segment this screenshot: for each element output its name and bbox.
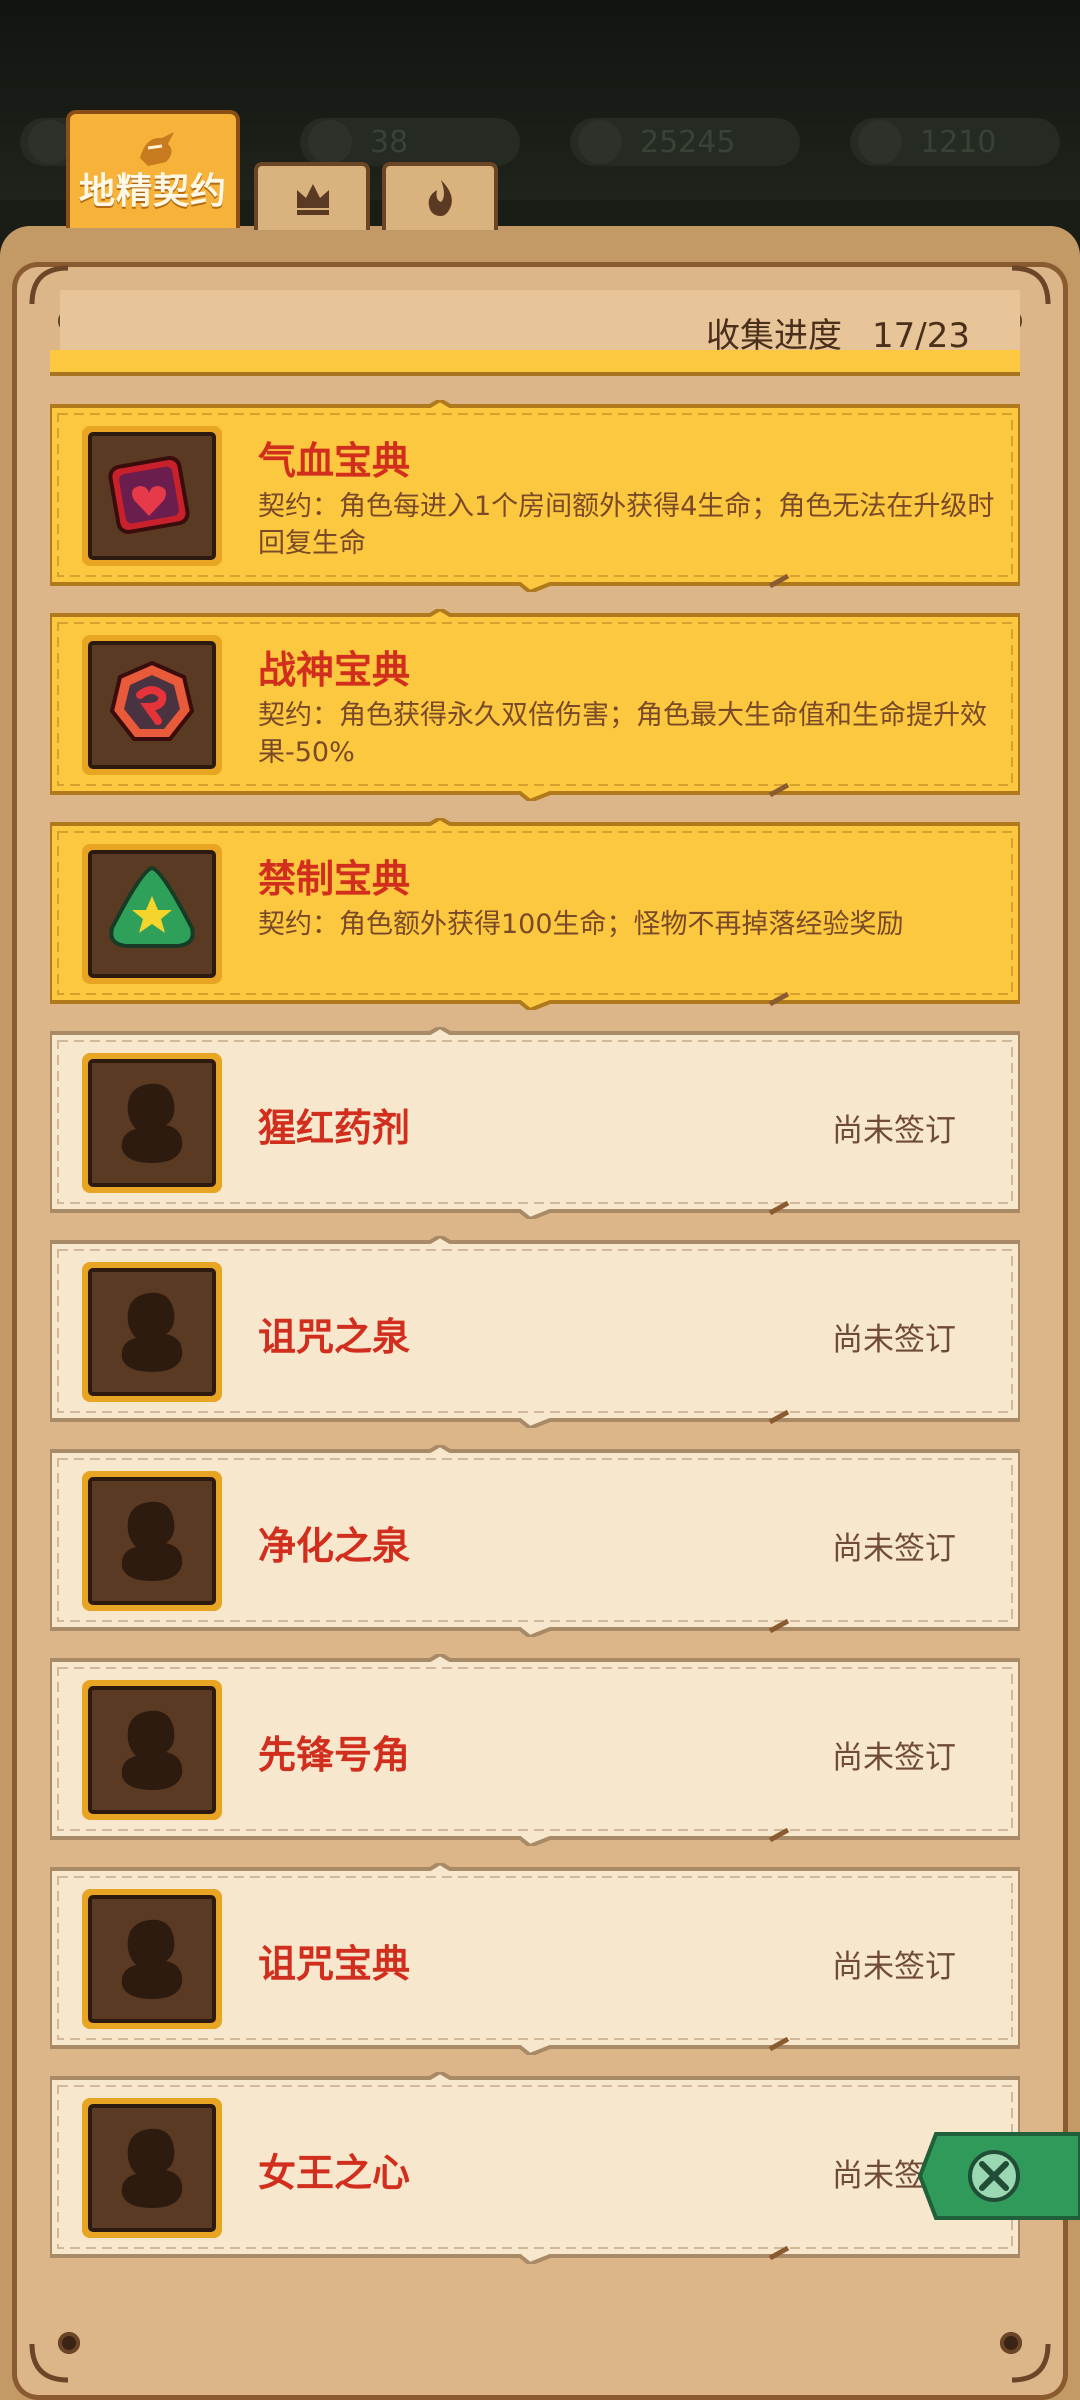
nail: [58, 2332, 80, 2354]
contract-name: 猩红药剂: [258, 1106, 411, 1150]
contract-icon-frame: [82, 1680, 222, 1820]
contract-icon-frame: [82, 1053, 222, 1193]
flame-icon: [428, 180, 452, 216]
contract-card[interactable]: 诅咒之泉 尚未签订: [50, 1236, 1020, 1428]
resource-3-value: 25245: [640, 124, 736, 160]
tab-flame[interactable]: [382, 162, 498, 230]
resource-2: 38: [300, 118, 520, 166]
star-book-icon: [88, 850, 216, 978]
locked-silhouette-icon: [88, 1268, 216, 1396]
locked-silhouette-icon: [88, 1686, 216, 1814]
contract-card[interactable]: 诅咒宝典 尚未签订: [50, 1863, 1020, 2055]
resource-4: 1210: [850, 118, 1060, 166]
contract-icon-frame: [82, 1262, 222, 1402]
contract-status: 尚未签订: [832, 1949, 956, 1985]
contract-card[interactable]: 女王之心 尚未签订: [50, 2072, 1020, 2264]
contract-card[interactable]: 猩红药剂 尚未签订: [50, 1027, 1020, 1219]
gem-icon: [308, 120, 352, 164]
contract-name: 诅咒之泉: [258, 1315, 411, 1359]
contract-description: 契约：角色每进入1个房间额外获得4生命；角色无法在升级时回复生命: [258, 491, 995, 559]
contract-description: 契约：角色获得永久双倍伤害；角色最大生命值和生命提升效果-50%: [258, 700, 987, 768]
contract-status: 尚未签订: [832, 1322, 956, 1358]
tab-goblin-contract-label: 地精契约: [78, 171, 227, 212]
war-book-icon: [88, 641, 216, 769]
contract-card[interactable]: 先锋号角 尚未签订: [50, 1654, 1020, 1846]
contract-name: 禁制宝典: [258, 857, 411, 901]
contract-description: 契约：角色额外获得100生命；怪物不再掉落经验奖励: [258, 909, 904, 940]
contract-icon-frame: [82, 1889, 222, 2029]
heart-book-icon: [88, 432, 216, 560]
contract-status: 尚未签订: [832, 1113, 956, 1149]
contract-card[interactable]: 禁制宝典契约：角色额外获得100生命；怪物不再掉落经验奖励: [50, 818, 1020, 1010]
contract-name: 女王之心: [258, 2151, 411, 2195]
contract-icon-frame: [82, 1471, 222, 1611]
contract-name: 净化之泉: [258, 1524, 411, 1568]
locked-silhouette-icon: [88, 1477, 216, 1605]
locked-silhouette-icon: [88, 1895, 216, 2023]
card-peek: [50, 350, 1020, 376]
contract-status: 尚未签订: [832, 1740, 956, 1776]
contract-icon-frame: [82, 635, 222, 775]
contract-card[interactable]: 战神宝典契约：角色获得永久双倍伤害；角色最大生命值和生命提升效果-50%: [50, 609, 1020, 801]
crown-icon: [297, 184, 329, 215]
contract-name: 战神宝典: [258, 648, 411, 692]
locked-silhouette-icon: [88, 2104, 216, 2232]
locked-silhouette-icon: [88, 1059, 216, 1187]
contract-card[interactable]: 气血宝典契约：角色每进入1个房间额外获得4生命；角色无法在升级时回复生命: [50, 400, 1020, 592]
resource-4-value: 1210: [920, 124, 997, 160]
contract-icon-frame: [82, 426, 222, 566]
tab-goblin-contract[interactable]: 地精契约: [66, 110, 240, 228]
contract-status: 尚未签订: [832, 1531, 956, 1567]
contract-name: 先锋号角: [258, 1733, 411, 1777]
contract-icon-frame: [82, 844, 222, 984]
contract-list[interactable]: 气血宝典契约：角色每进入1个房间额外获得4生命；角色无法在升级时回复生命战神宝典…: [0, 350, 1080, 2270]
close-button[interactable]: [916, 2128, 1080, 2224]
contract-name: 气血宝典: [258, 439, 411, 483]
contract-name: 诅咒宝典: [258, 1942, 411, 1986]
nail: [1000, 2332, 1022, 2354]
contract-icon-frame: [82, 2098, 222, 2238]
crystal-icon: [578, 120, 622, 164]
resource-3: 25245: [570, 118, 800, 166]
tab-crown[interactable]: [254, 162, 370, 230]
shield-icon: [858, 120, 902, 164]
resource-2-value: 38: [370, 124, 409, 160]
contract-card[interactable]: 净化之泉 尚未签订: [50, 1445, 1020, 1637]
